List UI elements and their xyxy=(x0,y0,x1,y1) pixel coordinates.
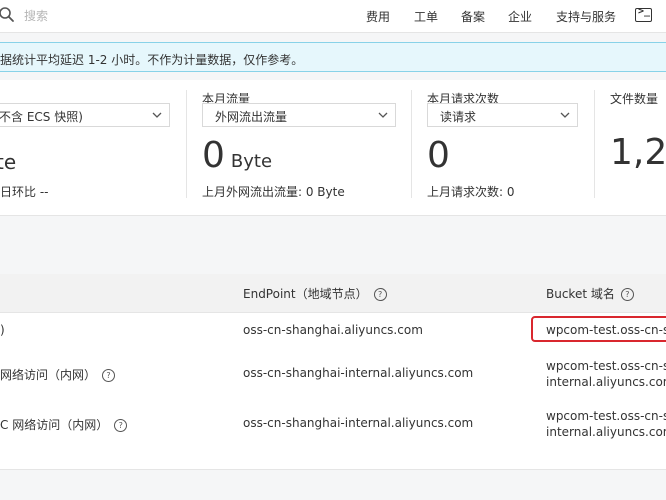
help-icon[interactable]: ? xyxy=(102,369,116,382)
storage-day-compare: 日环比 -- xyxy=(0,185,49,199)
files-title: 文件数量 xyxy=(610,92,659,106)
chevron-down-icon xyxy=(560,112,570,118)
storage-type-select[interactable]: 不含 ECS 快照) xyxy=(0,103,170,127)
top-navigation-bar: 费用 工单 备案 企业 支持与服务 >_ xyxy=(0,0,666,33)
header-endpoint: EndPoint（地域节点）? xyxy=(243,285,387,302)
files-value: 1,24 xyxy=(610,132,666,173)
stats-divider xyxy=(411,90,412,198)
notice-text: 据统计平均延迟 1-2 小时。不作为计量数据，仅作参考。 xyxy=(0,53,304,67)
bucket-domain-value: wpcom-test.oss-cn-sh internal.aliyuncs.c… xyxy=(546,408,666,440)
traffic-number: 0 xyxy=(202,135,225,176)
stats-divider xyxy=(186,90,187,198)
nav-support[interactable]: 支持与服务 xyxy=(556,8,616,25)
access-type-label: C 网络访问（内网） xyxy=(0,418,109,432)
traffic-value: 0 Byte xyxy=(202,138,272,174)
bucket-domain-line2: internal.aliyuncs.com xyxy=(546,425,666,439)
traffic-select-value: 外网流出流量 xyxy=(215,110,288,124)
request-select-value: 读请求 xyxy=(440,110,477,124)
storage-value: te xyxy=(0,150,17,174)
chevron-down-icon xyxy=(378,112,388,118)
access-type: C 网络访问（内网）? xyxy=(0,416,128,433)
request-type-select[interactable]: 读请求 xyxy=(427,103,578,127)
endpoint-value: oss-cn-shanghai-internal.aliyuncs.com xyxy=(243,366,474,380)
search-icon[interactable] xyxy=(0,6,16,24)
bucket-domain-value: wpcom-test.oss-cn-sh internal.aliyuncs.c… xyxy=(546,358,666,390)
bucket-domain-line2: internal.aliyuncs.com xyxy=(546,375,666,389)
usage-stats-panel: 不含 ECS 快照) te 日环比 -- 本月流量 外网流出流量 0Byte 上… xyxy=(0,80,666,216)
requests-last-month: 上月请求次数: 0 xyxy=(427,185,515,199)
nav-tickets[interactable]: 工单 xyxy=(414,8,438,25)
bucket-domain-line1: wpcom-test.oss-cn-sh xyxy=(546,409,666,423)
table-row: C 网络访问（内网）? oss-cn-shanghai-internal.ali… xyxy=(0,398,666,450)
bucket-domain-line1: wpcom-test.oss-cn-sh xyxy=(546,359,666,373)
access-type-label: 网络访问（内网） xyxy=(0,368,97,382)
chevron-down-icon xyxy=(152,112,162,118)
traffic-unit: Byte xyxy=(230,151,273,172)
nav-enterprise[interactable]: 企业 xyxy=(508,8,532,25)
endpoint-value: oss-cn-shanghai.aliyuncs.com xyxy=(243,323,423,337)
help-icon[interactable]: ? xyxy=(114,419,128,432)
header-bucket-label: Bucket 域名 xyxy=(546,287,615,301)
stats-divider xyxy=(594,90,595,198)
storage-select-value: 不含 ECS 快照) xyxy=(0,110,83,124)
nav-billing[interactable]: 费用 xyxy=(366,8,390,25)
access-domain-table: EndPoint（地域节点）? Bucket 域名? ) oss-cn-shan… xyxy=(0,274,666,470)
highlight-box xyxy=(531,316,666,342)
table-row: 网络访问（内网）? oss-cn-shanghai-internal.aliyu… xyxy=(0,350,666,398)
header-endpoint-label: EndPoint（地域节点） xyxy=(243,287,368,301)
header-bucket-domain: Bucket 域名? xyxy=(546,285,634,302)
search-input[interactable] xyxy=(24,8,224,24)
access-type: 网络访问（内网）? xyxy=(0,366,116,383)
requests-value: 0 xyxy=(427,135,450,176)
table-header: EndPoint（地域节点）? Bucket 域名? xyxy=(0,274,666,313)
endpoint-value: oss-cn-shanghai-internal.aliyuncs.com xyxy=(243,416,474,430)
info-notice: 据统计平均延迟 1-2 小时。不作为计量数据，仅作参考。 xyxy=(0,42,666,72)
access-type: ) xyxy=(0,323,5,337)
help-icon[interactable]: ? xyxy=(373,288,387,301)
traffic-last-month: 上月外网流出流量: 0 Byte xyxy=(202,185,345,199)
help-icon[interactable]: ? xyxy=(620,288,634,301)
nav-icp-filing[interactable]: 备案 xyxy=(461,8,485,25)
terminal-icon[interactable]: >_ xyxy=(635,6,652,22)
traffic-type-select[interactable]: 外网流出流量 xyxy=(202,103,396,127)
